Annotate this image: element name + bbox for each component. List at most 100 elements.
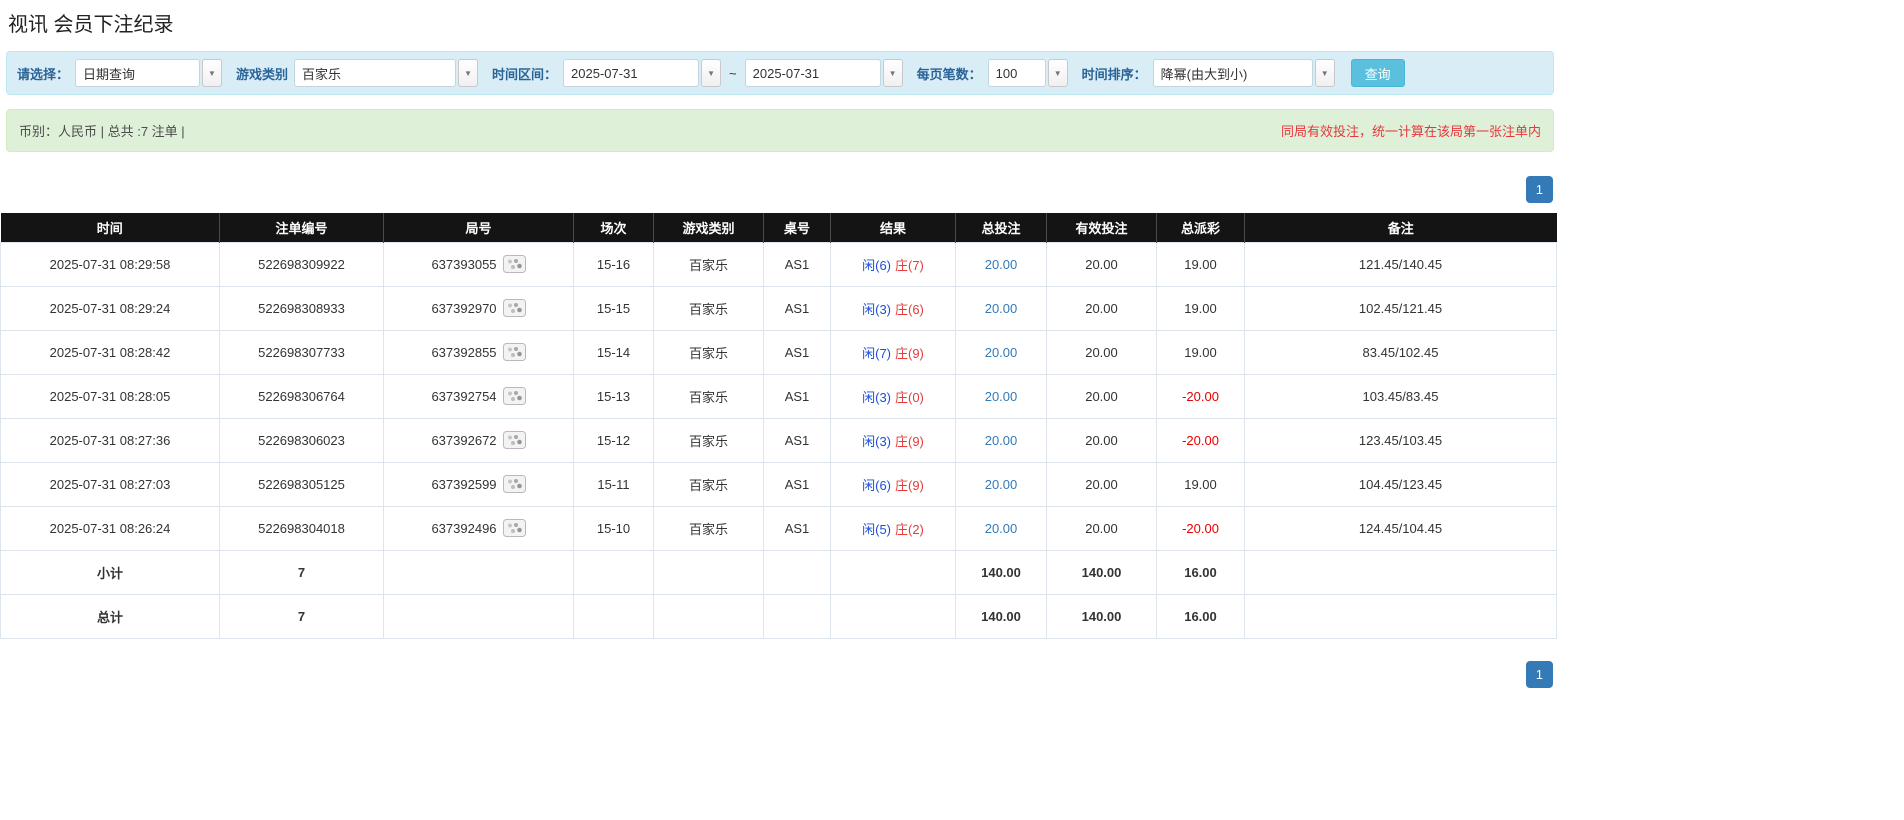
- round-detail-icon[interactable]: [502, 387, 526, 405]
- bet-id: 522698308933: [258, 300, 345, 316]
- chevron-down-icon[interactable]: ▼: [1047, 59, 1068, 87]
- game-type: 百家乐: [688, 301, 728, 317]
- round-detail-icon[interactable]: [502, 431, 526, 449]
- time-range-label: 时间区间：: [492, 66, 558, 82]
- page-size-combo: ▼: [987, 59, 1068, 87]
- round-detail-icon[interactable]: [502, 255, 526, 273]
- game-type-select[interactable]: [294, 59, 457, 87]
- round-id: 637392855: [431, 344, 497, 360]
- sort-order-select[interactable]: [1152, 59, 1313, 87]
- subtotal-valid-bet: 140.00: [1046, 549, 1157, 595]
- cell-table-no: AS1: [763, 285, 831, 331]
- currency-total-summary: 币别：人民币 | 总共 :7 注单 |: [19, 124, 185, 139]
- banker-result: 庄(9): [895, 345, 924, 361]
- game-type: 百家乐: [688, 521, 728, 537]
- cell-remark: 83.45/102.45: [1244, 329, 1557, 375]
- game-type: 百家乐: [688, 389, 728, 405]
- chevron-down-icon[interactable]: ▼: [458, 59, 479, 87]
- remark: 104.45/123.45: [1358, 476, 1443, 492]
- page-button-1[interactable]: 1: [1525, 176, 1553, 203]
- cell-valid-bet: 20.00: [1046, 241, 1157, 287]
- same-round-notice: 同局有效投注，统一计算在该局第一张注单内: [1280, 124, 1541, 139]
- cell-payout: 19.00: [1156, 285, 1245, 331]
- cell-table-no: AS1: [763, 505, 831, 551]
- cell-result: 闲(7) 庄(9): [830, 329, 956, 375]
- chevron-down-icon[interactable]: ▼: [701, 59, 722, 87]
- total-bet-link[interactable]: 20.00: [985, 433, 1018, 448]
- total-bet-link[interactable]: 20.00: [985, 477, 1018, 492]
- cell-total-bet: 20.00: [955, 285, 1047, 331]
- cell-game-type: 百家乐: [653, 241, 764, 287]
- cell-bet-id: 522698308933: [219, 285, 384, 331]
- column-header: 桌号: [763, 213, 831, 242]
- chevron-down-icon[interactable]: ▼: [1314, 59, 1335, 87]
- date-to-input[interactable]: [744, 59, 881, 87]
- round-detail-icon[interactable]: [502, 299, 526, 317]
- cell-payout: -20.00: [1156, 417, 1245, 463]
- total-count: 7: [219, 593, 384, 639]
- round-detail-icon[interactable]: [502, 475, 526, 493]
- payout: 19.00: [1184, 476, 1217, 492]
- banker-result: 庄(9): [895, 477, 924, 493]
- round-detail-icon[interactable]: [502, 519, 526, 537]
- cell-total-bet: 20.00: [955, 241, 1047, 287]
- player-result: 闲(7): [862, 345, 891, 361]
- payout: 19.00: [1184, 300, 1217, 316]
- cell-payout: -20.00: [1156, 373, 1245, 419]
- cell-bet-id: 522698306023: [219, 417, 384, 463]
- chevron-down-icon[interactable]: ▼: [882, 59, 903, 87]
- round-id: 637393055: [431, 256, 497, 272]
- player-result: 闲(3): [862, 433, 891, 449]
- cell-remark: 121.45/140.45: [1244, 241, 1557, 287]
- remark: 123.45/103.45: [1358, 432, 1443, 448]
- cell-payout: 19.00: [1156, 329, 1245, 375]
- date-query-select[interactable]: [75, 59, 201, 87]
- cell-valid-bet: 20.00: [1046, 285, 1157, 331]
- cell-payout: 19.00: [1156, 461, 1245, 507]
- total-bet-link[interactable]: 20.00: [985, 345, 1018, 360]
- page-size-label: 每页笔数：: [916, 66, 982, 82]
- cell-result: 闲(3) 庄(6): [830, 285, 956, 331]
- page-title: 视讯 会员下注纪录: [8, 14, 174, 36]
- cell-table-no: AS1: [763, 241, 831, 287]
- cell-round: 637392970: [383, 285, 574, 331]
- date-from-input[interactable]: [563, 59, 700, 87]
- round-id: 637392672: [431, 432, 497, 448]
- range-separator: ~: [729, 65, 737, 81]
- chevron-down-icon[interactable]: ▼: [202, 59, 223, 87]
- cell-total-bet: 20.00: [955, 329, 1047, 375]
- remark: 121.45/140.45: [1358, 256, 1443, 272]
- session: 15-16: [596, 256, 631, 272]
- cell-time: 2025-07-31 08:27:36: [0, 417, 220, 463]
- subtotal-total-bet: 140.00: [955, 549, 1047, 595]
- total-bet-link[interactable]: 20.00: [985, 521, 1018, 536]
- cell-table-no: AS1: [763, 417, 831, 463]
- total-bet-link[interactable]: 20.00: [985, 389, 1018, 404]
- round-detail-icon[interactable]: [502, 343, 526, 361]
- cell-result: 闲(6) 庄(9): [830, 461, 956, 507]
- cell-payout: 19.00: [1156, 241, 1245, 287]
- total-bet-link[interactable]: 20.00: [985, 257, 1018, 272]
- cell-table-no: AS1: [763, 373, 831, 419]
- cell-total-bet: 20.00: [955, 373, 1047, 419]
- cell-round: 637392672: [383, 417, 574, 463]
- table-row: 2025-07-31 08:28:42 522698307733 6373928…: [0, 329, 1557, 375]
- cell-valid-bet: 20.00: [1046, 417, 1157, 463]
- total-bet-link[interactable]: 20.00: [985, 301, 1018, 316]
- session: 15-15: [596, 300, 631, 316]
- banker-result: 庄(0): [895, 389, 924, 405]
- subtotal-payout: 16.00: [1156, 549, 1245, 595]
- sort-order-combo: ▼: [1152, 59, 1335, 87]
- payout: 19.00: [1184, 344, 1217, 360]
- page-button-1[interactable]: 1: [1525, 660, 1553, 688]
- cell-table-no: AS1: [763, 461, 831, 507]
- valid-bet: 20.00: [1085, 388, 1118, 404]
- table-row: 2025-07-31 08:29:24 522698308933 6373929…: [0, 285, 1557, 331]
- cell-bet-id: 522698309922: [219, 241, 384, 287]
- table-row: 2025-07-31 08:29:58 522698309922 6373930…: [0, 241, 1557, 287]
- page-size-select[interactable]: [987, 59, 1046, 87]
- cell-time: 2025-07-31 08:28:42: [0, 329, 220, 375]
- table-no: AS1: [784, 256, 810, 272]
- search-button[interactable]: 查询: [1350, 59, 1405, 87]
- table-no: AS1: [784, 432, 810, 448]
